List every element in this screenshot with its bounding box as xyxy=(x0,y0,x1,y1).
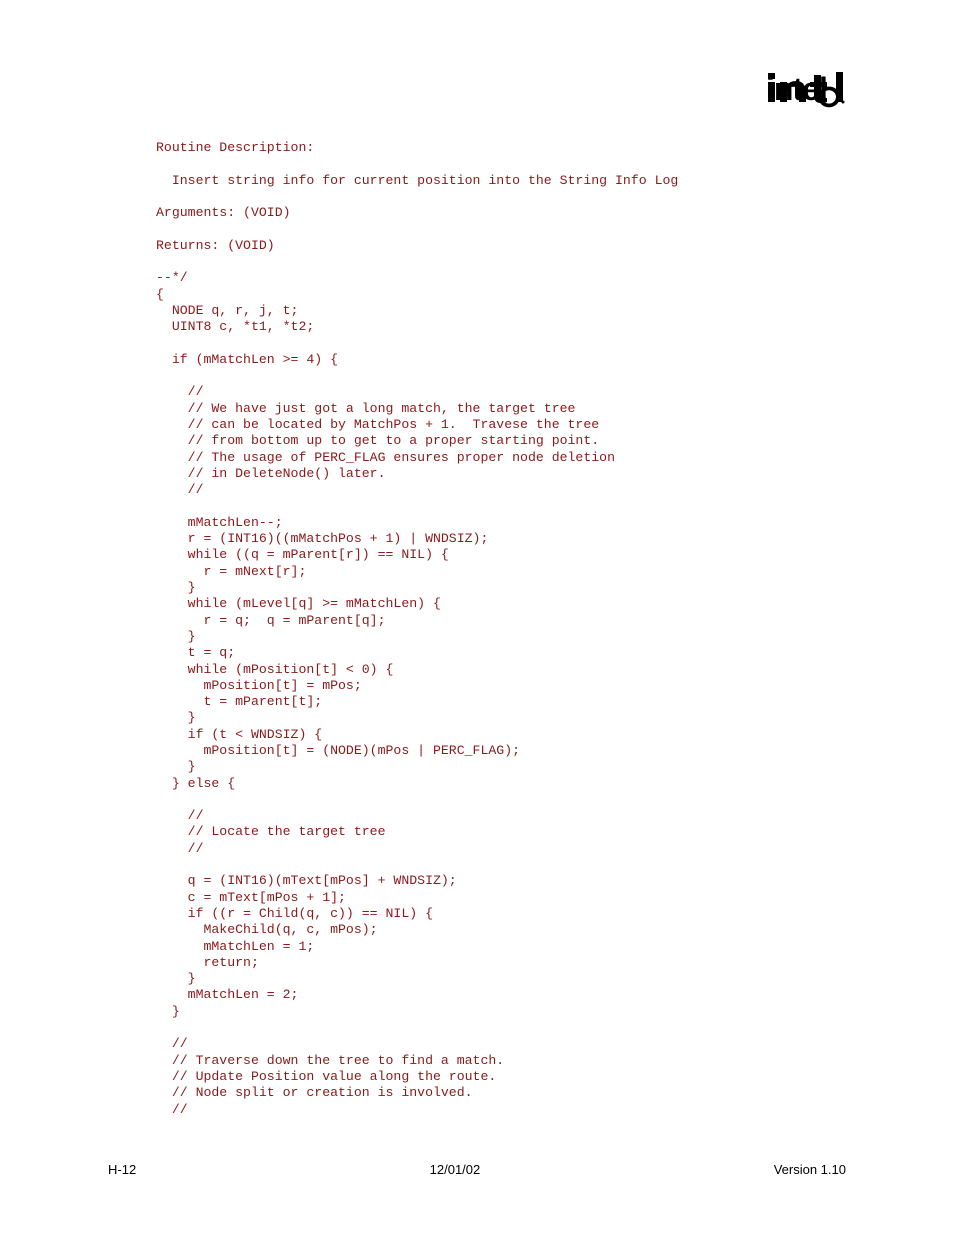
footer-center: 12/01/02 xyxy=(430,1162,481,1177)
footer-left: H-12 xyxy=(108,1162,136,1177)
code-content: Routine Description: Insert string info … xyxy=(156,140,846,1118)
intel-logo: int l e xyxy=(766,70,846,108)
footer-right: Version 1.10 xyxy=(774,1162,846,1177)
svg-text:int: int xyxy=(766,71,803,107)
intel-logo-svg: int l e xyxy=(766,70,846,108)
page-footer: H-12 12/01/02 Version 1.10 xyxy=(108,1162,846,1177)
